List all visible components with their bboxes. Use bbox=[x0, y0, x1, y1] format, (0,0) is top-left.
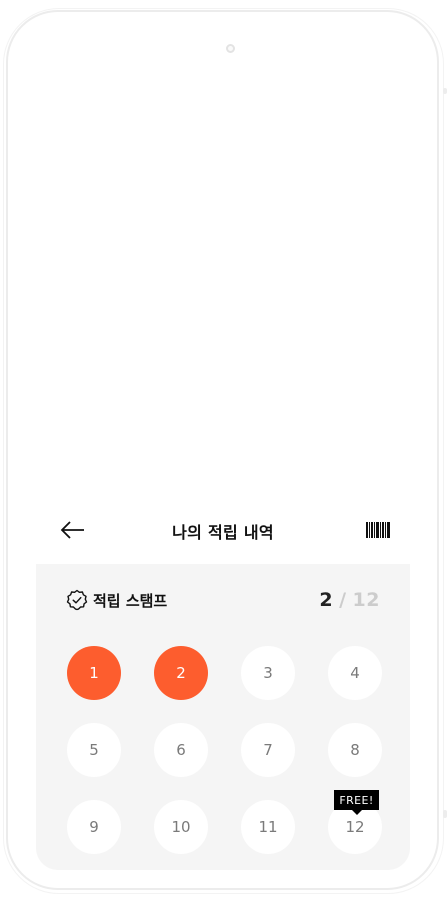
stamp-slot[interactable]: 11 bbox=[241, 800, 295, 854]
stamp-slot[interactable]: 2 bbox=[154, 646, 208, 700]
stamp-number: 4 bbox=[350, 664, 360, 682]
free-reward-tag: FREE! bbox=[334, 790, 379, 815]
stamp-slot[interactable]: 5 bbox=[67, 723, 121, 777]
stamp-panel-header: 적립 스탬프 2/12 bbox=[66, 588, 380, 612]
stamp-number: 3 bbox=[263, 664, 273, 682]
stamp-count-total: 12 bbox=[352, 589, 380, 611]
badge-check-icon bbox=[66, 589, 88, 611]
stamp-slot[interactable]: 8 bbox=[328, 723, 382, 777]
side-button bbox=[443, 88, 447, 94]
stamp-label-text: 적립 스탬프 bbox=[93, 591, 168, 610]
back-button[interactable] bbox=[60, 519, 86, 541]
front-camera bbox=[226, 44, 235, 53]
stamp-number: 11 bbox=[258, 818, 278, 836]
stamp-slot[interactable]: 6 bbox=[154, 723, 208, 777]
stamp-slot[interactable]: 1 bbox=[67, 646, 121, 700]
arrow-left-icon bbox=[60, 521, 84, 539]
stamp-number: 5 bbox=[89, 741, 99, 759]
stamp-count: 2/12 bbox=[319, 589, 380, 611]
stamp-count-current: 2 bbox=[319, 589, 334, 611]
stamp-number: 9 bbox=[89, 818, 99, 836]
barcode-button[interactable] bbox=[366, 522, 390, 538]
stamp-number: 10 bbox=[171, 818, 191, 836]
stamp-label: 적립 스탬프 bbox=[66, 589, 167, 611]
page-title: 나의 적립 내역 bbox=[172, 523, 274, 542]
app-header: 나의 적립 내역 bbox=[36, 505, 410, 557]
stamp-panel: 적립 스탬프 2/12 1 2 3 4 5 6 7 8 9 10 11 12 F… bbox=[36, 564, 410, 870]
stamp-slot[interactable]: 4 bbox=[328, 646, 382, 700]
stamp-number: 1 bbox=[89, 664, 99, 682]
stamp-number: 2 bbox=[176, 664, 186, 682]
barcode-icon bbox=[366, 522, 390, 538]
stamp-number: 12 bbox=[345, 818, 365, 836]
stamp-number: 6 bbox=[176, 741, 186, 759]
stamp-number: 7 bbox=[263, 741, 273, 759]
stamp-slot[interactable]: 3 bbox=[241, 646, 295, 700]
side-button bbox=[443, 810, 447, 818]
stamp-number: 8 bbox=[350, 741, 360, 759]
stamp-slot[interactable]: 9 bbox=[67, 800, 121, 854]
stamp-slot[interactable]: 7 bbox=[241, 723, 295, 777]
stamp-slot[interactable]: 10 bbox=[154, 800, 208, 854]
stamp-count-separator: / bbox=[339, 589, 347, 611]
